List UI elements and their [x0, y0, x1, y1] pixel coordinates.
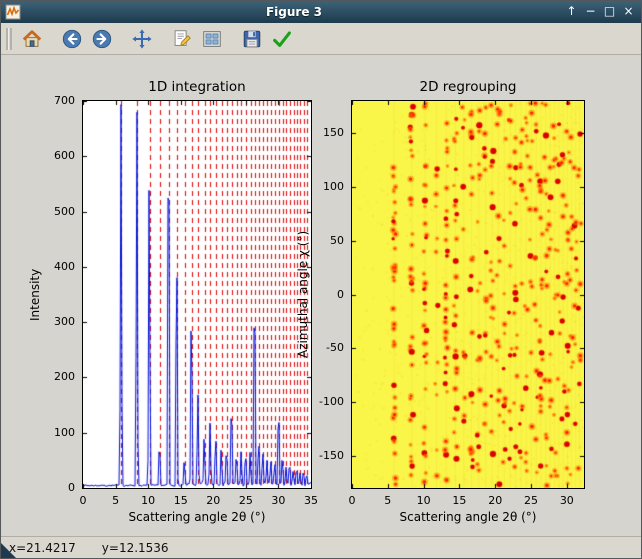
accept-button[interactable]	[267, 24, 297, 54]
home-button[interactable]	[17, 24, 47, 54]
toolbar	[1, 23, 641, 55]
save-button[interactable]	[237, 24, 267, 54]
x-tick-label: 20	[475, 494, 515, 507]
plot2d-title: 2D regrouping	[351, 79, 585, 95]
y-tick-label: 100	[308, 180, 344, 193]
matplotlib-icon	[5, 4, 21, 20]
back-button[interactable]	[57, 24, 87, 54]
x-tick-label: 30	[547, 494, 587, 507]
titlebar[interactable]: Figure 3 ↑ − □ ×	[1, 1, 641, 23]
x-tick-label: 35	[291, 494, 331, 507]
figure-canvas-area: 1D integration 2D regrouping Intensity A…	[3, 55, 639, 536]
plot1d-title: 1D integration	[82, 79, 312, 95]
cursor-y-readout: y=12.1536	[102, 541, 169, 555]
subplots-icon	[201, 28, 223, 50]
close-button[interactable]: ×	[620, 4, 637, 20]
y-tick-label: 0	[308, 288, 344, 301]
x-tick-label: 5	[368, 494, 408, 507]
y-tick-label: 500	[39, 205, 75, 218]
minimize-button[interactable]: −	[582, 4, 599, 20]
window-controls: ↑ − □ ×	[563, 4, 637, 20]
check-icon	[271, 28, 293, 50]
y-tick-label: 300	[39, 315, 75, 328]
y-tick-label: 200	[39, 370, 75, 383]
window-title: Figure 3	[25, 5, 563, 19]
plot2d-xlabel: Scattering angle 2θ (°)	[351, 510, 585, 524]
cursor-x-readout: x=21.4217	[9, 541, 76, 555]
y-tick-label: -50	[308, 341, 344, 354]
home-icon	[21, 28, 43, 50]
forward-button[interactable]	[87, 24, 117, 54]
y-tick-label: -150	[308, 449, 344, 462]
keep-above-button[interactable]: ↑	[563, 4, 580, 20]
plot1d-axes[interactable]	[82, 100, 312, 489]
statusbar: x=21.4217 y=12.1536	[1, 536, 641, 558]
toolbar-handle[interactable]	[6, 28, 12, 50]
x-tick-label: 25	[511, 494, 551, 507]
edit-icon	[171, 28, 193, 50]
plot1d-xlabel: Scattering angle 2θ (°)	[82, 510, 312, 524]
forward-icon	[91, 28, 113, 50]
configure-subplots-button[interactable]	[197, 24, 227, 54]
y-tick-label: 100	[39, 426, 75, 439]
y-tick-label: 150	[308, 126, 344, 139]
y-tick-label: 700	[39, 94, 75, 107]
y-tick-label: 0	[39, 481, 75, 494]
x-tick-label: 0	[332, 494, 372, 507]
pan-button[interactable]	[127, 24, 157, 54]
x-tick-label: 15	[439, 494, 479, 507]
plot2d-axes[interactable]	[351, 100, 585, 489]
figure-window: Figure 3 ↑ − □ × 1D integration 2D regro…	[0, 0, 642, 559]
resize-grip[interactable]	[1, 543, 16, 558]
y-tick-label: 400	[39, 260, 75, 273]
maximize-button[interactable]: □	[601, 4, 618, 20]
save-icon	[241, 28, 263, 50]
x-tick-label: 10	[404, 494, 444, 507]
pan-icon	[131, 28, 153, 50]
edit-button[interactable]	[167, 24, 197, 54]
y-tick-label: 600	[39, 149, 75, 162]
y-tick-label: 50	[308, 234, 344, 247]
back-icon	[61, 28, 83, 50]
y-tick-label: -100	[308, 395, 344, 408]
